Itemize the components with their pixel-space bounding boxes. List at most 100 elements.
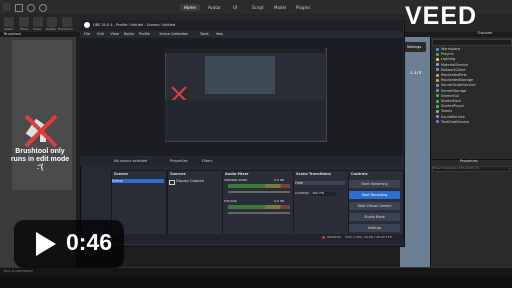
properties-panel [430, 159, 512, 268]
obs-menu-item[interactable]: Profile [139, 32, 150, 36]
explorer-search-input[interactable] [432, 39, 512, 46]
explorer-item[interactable]: StarterPlayer [436, 104, 464, 108]
explorer-item[interactable]: Workspace [436, 47, 460, 51]
explorer-item-label: ReplicatedFirst [441, 73, 467, 77]
explorer-item[interactable]: Lighting [436, 57, 455, 61]
explorer-item[interactable]: ServerScriptService [436, 83, 476, 87]
source-item[interactable]: Display Capture [176, 179, 204, 183]
explorer-item-label: NetworkClient [441, 67, 466, 72]
studio-logo-icon[interactable] [3, 3, 11, 11]
rec-indicator-icon [322, 236, 325, 239]
desktop-audio-level: 0.0 dB [274, 179, 285, 182]
duration-input[interactable]: 300 ms [312, 192, 336, 196]
studio-mode-button[interactable]: Studio Mode [349, 213, 400, 221]
explorer-item-label: Lighting [441, 57, 456, 62]
obs-logo-icon [84, 22, 90, 28]
obs-menu-item[interactable]: File [84, 32, 90, 36]
properties-button[interactable]: Properties [170, 159, 188, 163]
explorer-item-label: Workspace [441, 47, 461, 51]
play-icon[interactable] [30, 229, 60, 259]
nested-scene [205, 56, 275, 94]
ribbon-label-transform: Transform [58, 27, 73, 31]
explorer-item[interactable]: SoundService [436, 115, 465, 119]
tab-plugins[interactable]: Plugins [292, 4, 314, 11]
explorer-title: Explorer [478, 31, 493, 35]
explorer-item[interactable]: StarterGui [436, 94, 459, 98]
nested-docks [165, 100, 325, 140]
select-tool-icon[interactable] [4, 17, 14, 27]
start-streaming-button[interactable]: Start Streaming [349, 180, 400, 188]
explorer-item-label: ServerStorage [441, 88, 467, 93]
tab-avatar[interactable]: Avatar [204, 4, 225, 11]
properties-filter-input[interactable]: Filter Properties (Ctrl+Shift+P) [432, 166, 510, 172]
obs-menu-item[interactable]: Scene Collection [159, 32, 188, 36]
explorer-item[interactable]: TextChatService [436, 120, 469, 124]
tab-home[interactable]: Home [180, 4, 200, 11]
mic-aux-slider[interactable] [228, 212, 290, 214]
desktop-audio-label: Desktop Audio [224, 179, 248, 182]
filters-button[interactable]: Filters [202, 159, 213, 163]
obs-menu-item[interactable]: Tools [200, 32, 209, 36]
obs-menu-item[interactable]: Docks [124, 32, 135, 36]
tab-script[interactable]: Script [248, 4, 268, 11]
explorer-item[interactable]: NetworkClient [436, 68, 466, 72]
display-capture-icon [169, 180, 175, 185]
video-time: 0:46 [66, 229, 113, 255]
explorer-item-icon [436, 78, 439, 82]
explorer-item-icon [436, 52, 439, 56]
command-input[interactable]: Run a command [4, 269, 33, 273]
cpu-fps: CPU: 1.0%, 30.00 / 30.00 FPS [345, 236, 392, 239]
explorer-item[interactable]: StarterPack [436, 99, 461, 103]
settings-button-obs[interactable]: Settings [349, 224, 400, 232]
mixer-title: Audio Mixer [225, 172, 249, 176]
explorer-item-label: Players [441, 52, 454, 57]
brush-disabled-icon [12, 112, 72, 150]
undo-icon[interactable] [27, 4, 35, 12]
explorer-item[interactable]: Players [436, 52, 454, 56]
explorer-item-icon [436, 68, 439, 72]
start-virtual-camera-button[interactable]: Start Virtual Camera [349, 202, 400, 210]
scene-item[interactable]: Scene [112, 179, 164, 184]
ribbon-label-select: Select [4, 27, 14, 31]
mic-aux-level: 0.0 dB [274, 200, 285, 203]
explorer-item-icon [436, 73, 439, 77]
nested-title-bar [165, 48, 325, 53]
tab-model[interactable]: Model [270, 4, 290, 11]
explorer-item-label: StarterPlayer [441, 104, 465, 109]
desktop-audio-slider[interactable] [228, 191, 290, 193]
redo-icon[interactable] [39, 4, 47, 12]
viewport-value: 2,374 [410, 71, 422, 75]
explorer-item-label: StarterGui [441, 93, 460, 98]
explorer-item-icon [436, 120, 439, 124]
no-source-label: No source selected [114, 159, 148, 163]
file-icon[interactable] [15, 4, 23, 12]
veed-logo: VEED [405, 2, 478, 30]
tab-ui[interactable]: UI [229, 4, 241, 11]
duration-label: Duration [295, 192, 310, 195]
explorer-item[interactable]: ReplicatedStorage [436, 78, 473, 82]
mic-aux-label: Mic/Aux [224, 200, 237, 203]
explorer-item[interactable]: ReplicatedFirst [436, 73, 467, 77]
move-tool-icon[interactable] [19, 17, 29, 27]
scale-tool-icon[interactable] [33, 17, 43, 27]
obs-menu-item[interactable]: View [110, 32, 118, 36]
explorer-item[interactable]: Teams [436, 109, 452, 113]
explorer-item[interactable]: ServerStorage [436, 89, 466, 93]
ribbon-label-rotate: Rotate [46, 27, 56, 31]
start-recording-button[interactable]: Start Recording [349, 191, 400, 199]
transition-select[interactable]: Fade [295, 181, 345, 186]
explorer-item-label: ServerScriptService [441, 83, 476, 88]
obs-menu-item[interactable]: Edit [97, 32, 104, 36]
transitions-title: Scene Transitions [296, 172, 331, 176]
obs-menu-item[interactable]: Help [216, 32, 224, 36]
rec-time: 00:00:00 [327, 236, 342, 239]
brushtool-tab[interactable]: Brushtool [4, 32, 21, 36]
settings-button[interactable]: Settings [402, 42, 426, 52]
rotate-tool-icon[interactable] [47, 17, 57, 27]
explorer-item-icon [436, 99, 439, 103]
explorer-item[interactable]: MaterialService [436, 63, 468, 67]
mic-aux-meter [228, 205, 290, 209]
scenes-title: Scenes [114, 172, 128, 176]
brushtool-message: Brushtool only runs in edit mode :'( [10, 148, 70, 172]
transform-tool-icon[interactable] [62, 17, 72, 27]
